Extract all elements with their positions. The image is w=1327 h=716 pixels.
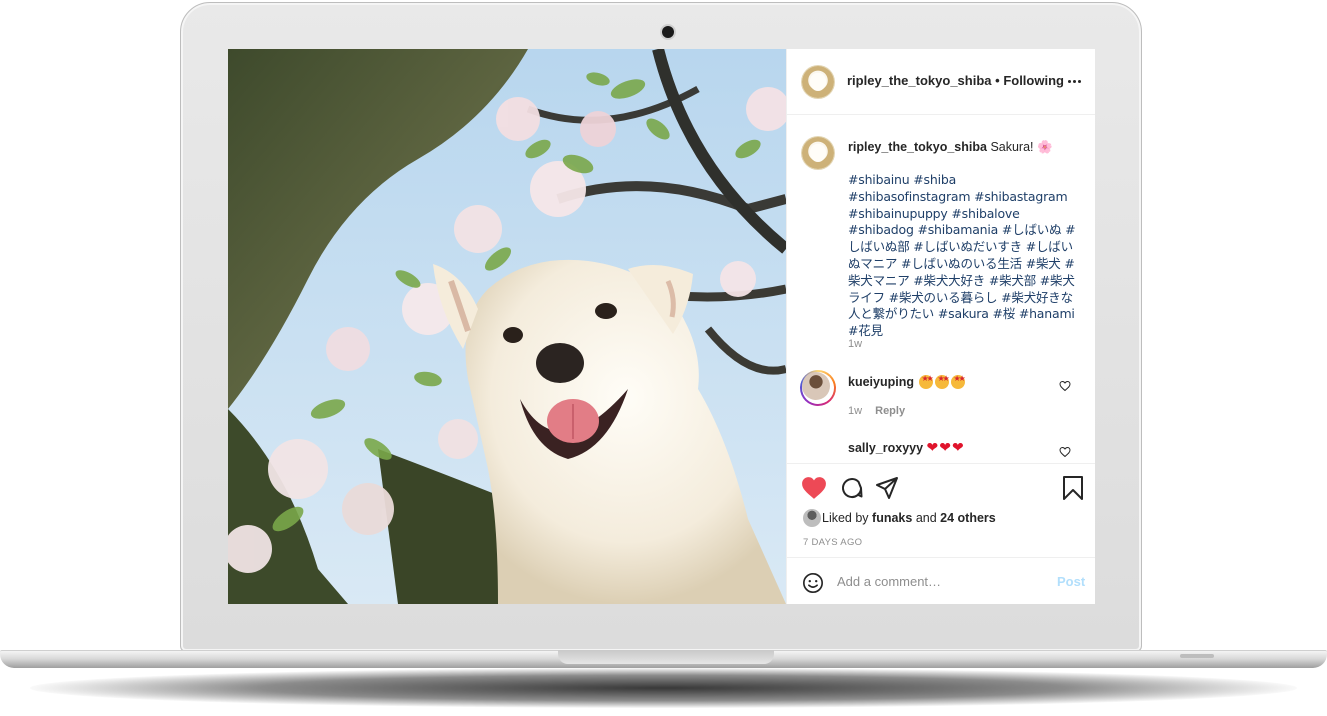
caption-username[interactable]: ripley_the_tokyo_shiba [848,140,987,154]
more-options-icon[interactable] [1068,80,1082,84]
star-struck-emoji [951,374,966,390]
bookmark-icon[interactable] [1062,476,1084,500]
comments-list[interactable]: ripley_the_tokyo_shiba Sakura! 🌸 #shibai… [787,116,1095,463]
post-side-panel: ripley_the_tokyo_shiba • Following riple… [786,49,1095,604]
commenter-avatar[interactable] [802,372,830,400]
caption-hashtags[interactable]: #shibainu #shiba #shibasofinstagram #shi… [848,172,1080,340]
comment-timestamp[interactable]: 1w [848,405,862,417]
author-username[interactable]: ripley_the_tokyo_shiba [847,73,992,88]
comment-like-heart-icon[interactable] [1059,380,1071,392]
star-struck-emoji [919,374,934,390]
post-actions: Liked by funaks and 24 others 7 DAYS AGO [787,463,1095,557]
star-struck-emoji [935,374,950,390]
liked-by-prefix: Liked by [822,511,869,525]
likes-summary: Liked by funaks and 24 others [822,511,996,525]
smile-icon[interactable] [802,572,824,594]
liked-by-and: and [915,511,937,525]
separator-dot: • [995,73,1000,88]
post-date[interactable]: 7 DAYS AGO [803,537,862,548]
instagram-post-modal: ripley_the_tokyo_shiba • Following riple… [228,49,1095,604]
comment-username[interactable]: sally_roxyyy [848,441,923,455]
post-photo[interactable] [228,49,786,604]
following-button[interactable]: Following [1003,73,1064,88]
liked-by-others[interactable]: 24 others [940,511,996,525]
comment-username[interactable]: kueiyuping [848,375,914,389]
red-heart-emoji: ❤ [939,439,952,455]
comment-item: kueiyuping [848,374,967,390]
reply-button[interactable]: Reply [875,405,905,417]
author-header-line: ripley_the_tokyo_shiba • Following [847,73,1064,88]
heart-icon[interactable] [801,476,827,500]
post-header: ripley_the_tokyo_shiba • Following [787,49,1095,115]
laptop-vent [1180,654,1214,658]
caption-timestamp[interactable]: 1w [848,338,862,350]
share-icon[interactable] [875,476,899,500]
comment-meta: 1w Reply [848,405,905,417]
red-heart-emoji: ❤ [926,439,939,455]
caption-author-avatar[interactable] [802,137,834,169]
caption: ripley_the_tokyo_shiba Sakura! 🌸 [848,139,1080,156]
red-heart-emoji: ❤ [952,439,964,455]
laptop-shadow [30,668,1297,708]
story-ring[interactable] [800,370,836,406]
liker-avatar[interactable] [803,509,821,527]
author-avatar[interactable] [802,66,834,98]
comment-input[interactable] [837,571,1037,591]
post-button[interactable]: Post [1057,574,1085,589]
comment-icon[interactable] [840,476,864,500]
comment-like-heart-icon[interactable] [1059,446,1071,458]
liked-by-user[interactable]: funaks [872,511,912,525]
star-struck-emoji-group [919,374,967,390]
comment-item: sally_roxyyy ❤❤❤ [848,439,965,456]
webcam [662,26,674,38]
laptop-notch [558,650,774,664]
shiba-under-cherry-blossoms-image [228,49,786,604]
caption-text: Sakura! 🌸 [990,140,1053,154]
add-comment-bar: Post [787,557,1095,604]
